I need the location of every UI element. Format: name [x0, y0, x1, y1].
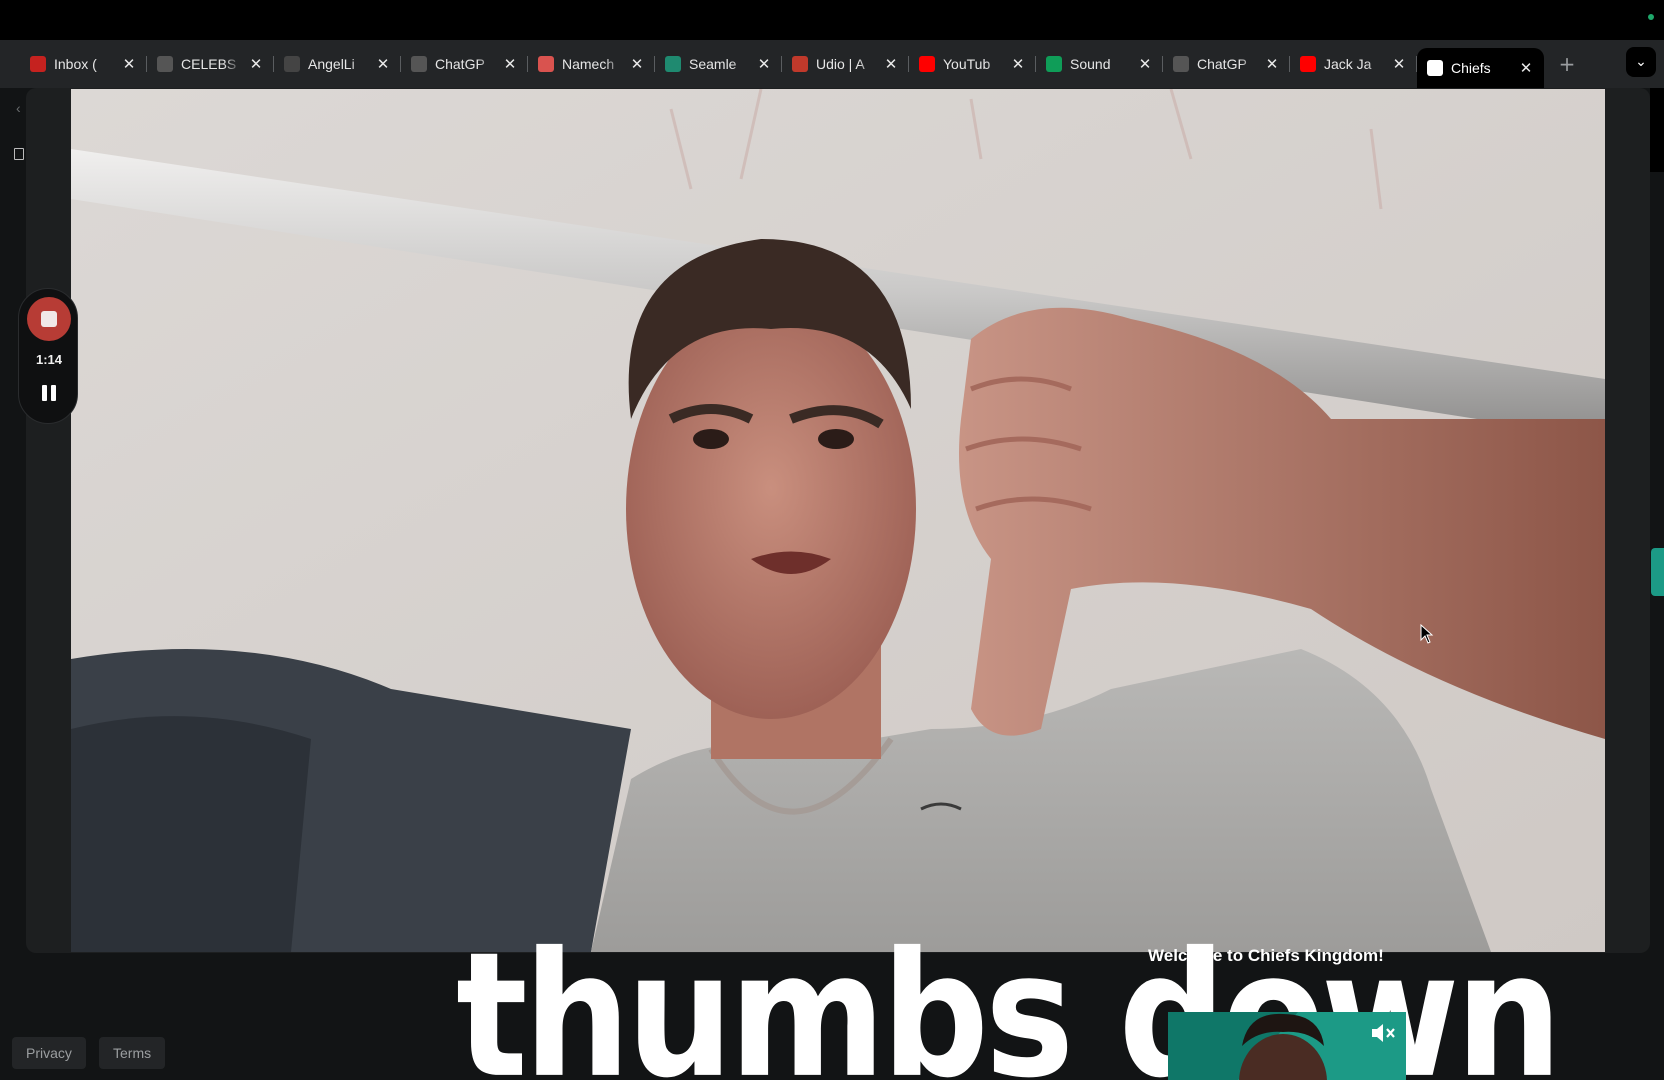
webcam-video[interactable]: [71, 89, 1605, 952]
browser-tab[interactable]: ChatGP ✕: [1163, 46, 1290, 82]
webcam-frame: [71, 89, 1605, 952]
back-icon[interactable]: ‹: [16, 100, 21, 116]
mouse-cursor-icon: [1420, 624, 1434, 644]
close-tab-icon[interactable]: ✕: [502, 55, 518, 73]
document-icon: [14, 148, 24, 160]
browser-tab[interactable]: Sound ✕: [1036, 46, 1163, 82]
tab-search-button[interactable]: ⌄: [1626, 47, 1656, 77]
tab-title: CELEBS: [181, 56, 237, 72]
tab-title: Jack Ja: [1324, 56, 1372, 72]
tab-title: Seamle: [689, 56, 737, 72]
chatgpt-icon: [1173, 56, 1189, 72]
close-tab-icon[interactable]: ✕: [1010, 55, 1026, 73]
tab-title: Namech: [562, 56, 615, 72]
terms-link[interactable]: Terms: [99, 1037, 166, 1069]
browser-tab[interactable]: CELEBS ✕: [147, 46, 274, 82]
chatgpt-icon: [411, 56, 427, 72]
close-tab-icon[interactable]: ✕: [248, 55, 264, 73]
udio-icon: [792, 56, 808, 72]
sheets-icon: [1046, 56, 1062, 72]
tab-title: ChatGP: [435, 56, 485, 72]
celebs-icon: [157, 56, 173, 72]
youtube-icon: [1300, 56, 1316, 72]
browser-tab[interactable]: ChatGP ✕: [401, 46, 528, 82]
browser-tab[interactable]: YouTub ✕: [909, 46, 1036, 82]
close-tab-icon[interactable]: ✕: [1391, 55, 1407, 73]
tab-title: Chiefs: [1451, 60, 1491, 76]
close-tab-icon[interactable]: ✕: [121, 55, 137, 73]
screen: Inbox (✕ CELEBS ✕ AngelLi ✕ ChatGP ✕ Namech ✕ Sea…: [0, 0, 1664, 1080]
pause-icon[interactable]: [42, 385, 56, 401]
close-tab-icon[interactable]: ✕: [1518, 59, 1534, 77]
stop-icon: [41, 311, 57, 327]
status-dot: [1648, 14, 1654, 20]
stop-recording-button[interactable]: [27, 297, 71, 341]
new-tab-button[interactable]: +: [1550, 52, 1584, 76]
browser-tab[interactable]: Chiefs ✕: [1417, 48, 1544, 88]
side-tab[interactable]: [1651, 548, 1664, 596]
promo-video-card[interactable]: [1168, 1012, 1406, 1080]
mute-icon[interactable]: [1370, 1022, 1396, 1044]
tab-title: Sound: [1070, 56, 1111, 72]
browser-tab[interactable]: Udio | A ✕: [782, 46, 909, 82]
browser-tab[interactable]: Seamle ✕: [655, 46, 782, 82]
tab-title: Inbox (: [54, 56, 97, 72]
tab-title: Udio | A: [816, 56, 865, 72]
seamless-icon: [665, 56, 681, 72]
close-tab-icon[interactable]: ✕: [1264, 55, 1280, 73]
namecheap-icon: [538, 56, 554, 72]
recording-controls: 1:14: [18, 288, 78, 424]
page-edge: [1650, 88, 1664, 172]
page-icon: [1427, 60, 1443, 76]
recording-timer: 1:14: [35, 352, 63, 367]
browser-tab[interactable]: Jack Ja ✕: [1290, 46, 1417, 82]
close-tab-icon[interactable]: ✕: [375, 55, 391, 73]
browser-tab[interactable]: Namech ✕: [528, 46, 655, 82]
privacy-link[interactable]: Privacy: [12, 1037, 86, 1069]
tab-title: AngelLi: [308, 56, 355, 72]
close-tab-icon[interactable]: ✕: [756, 55, 772, 73]
close-tab-icon[interactable]: ✕: [883, 55, 899, 73]
browser-tab[interactable]: Inbox ( ✕: [20, 46, 147, 82]
angellist-icon: [284, 56, 300, 72]
youtube-icon: [919, 56, 935, 72]
tab-title: ChatGP: [1197, 56, 1247, 72]
tab-bar: Inbox (✕ CELEBS ✕ AngelLi ✕ ChatGP ✕ Namech ✕ Sea…: [0, 40, 1664, 88]
gmail-icon: [30, 56, 46, 72]
close-tab-icon[interactable]: ✕: [629, 55, 645, 73]
browser-tab[interactable]: AngelLi ✕: [274, 46, 401, 82]
tab-title: YouTub: [943, 56, 991, 72]
close-tab-icon[interactable]: ✕: [1137, 55, 1153, 73]
window-top-bar: [0, 0, 1664, 40]
